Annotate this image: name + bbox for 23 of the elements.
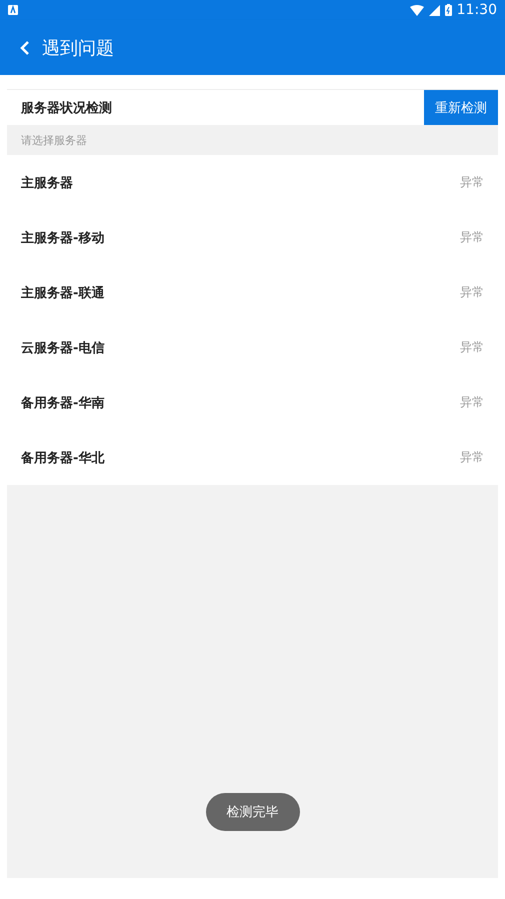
- server-status: 异常: [460, 284, 484, 301]
- server-name: 备用务器-华南: [21, 394, 106, 412]
- server-status: 异常: [460, 394, 484, 411]
- server-name: 主服务器-移动: [21, 230, 106, 246]
- server-status: 异常: [460, 174, 484, 191]
- page-title: 遇到问题: [42, 36, 114, 60]
- server-status: 异常: [460, 339, 484, 356]
- server-name: 主服务器-联通: [21, 284, 106, 302]
- back-icon[interactable]: [20, 40, 30, 56]
- signal-icon: [428, 4, 440, 16]
- wifi-icon: [410, 4, 424, 16]
- server-name: 云服务器-电信: [21, 340, 106, 356]
- toast-message: 检测完毕: [206, 793, 300, 831]
- server-status: 异常: [460, 229, 484, 246]
- server-status: 异常: [460, 449, 484, 466]
- clock-time: 11:30: [456, 2, 497, 18]
- server-name: 主服务器: [21, 174, 74, 192]
- notification-icon: [8, 5, 18, 15]
- recheck-button[interactable]: 重新检测: [424, 90, 498, 125]
- section-title: 服务器状况检测: [21, 100, 113, 116]
- battery-icon: [444, 4, 452, 16]
- server-name: 备用务器-华北: [21, 450, 106, 466]
- section-hint: 请选择服务器: [7, 125, 498, 155]
